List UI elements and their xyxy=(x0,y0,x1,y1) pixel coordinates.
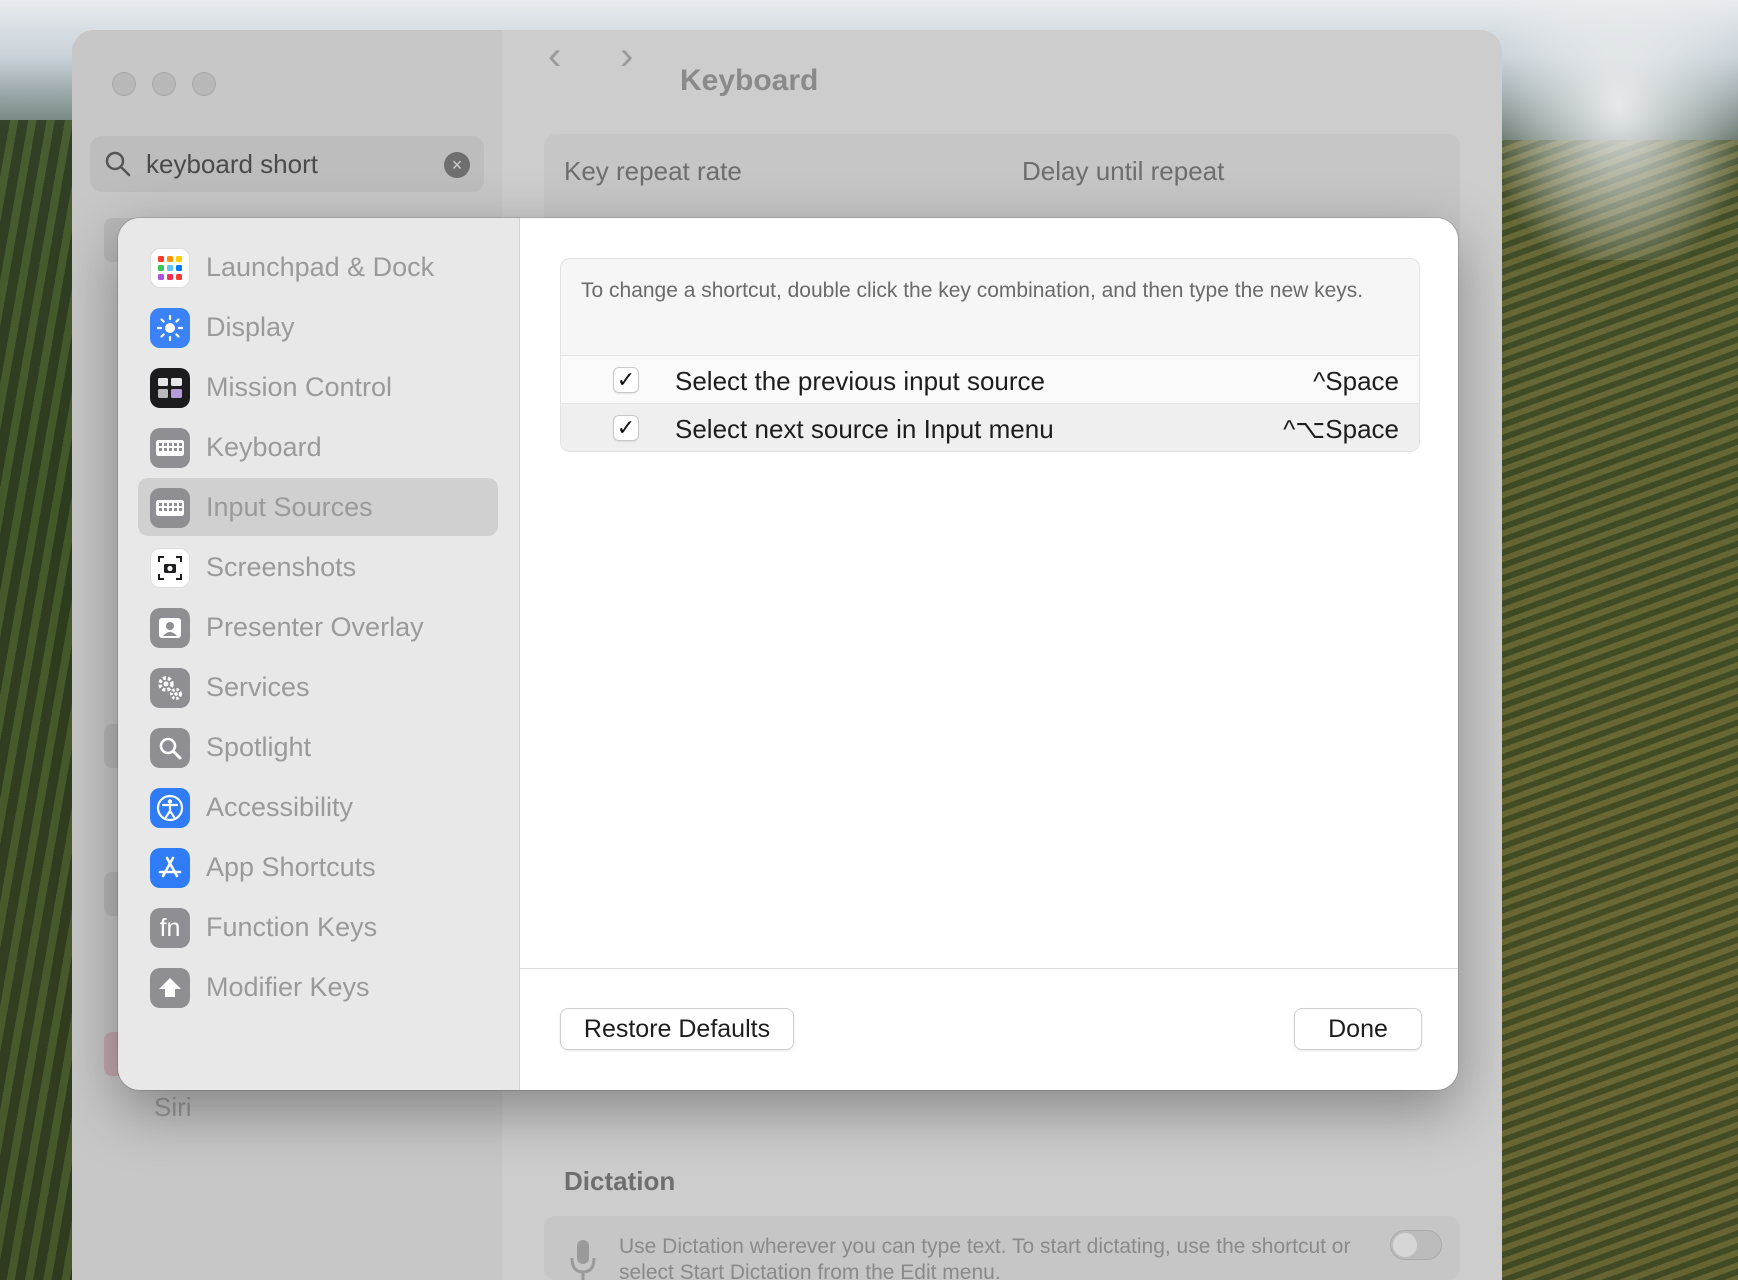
input-sources-icon xyxy=(150,488,190,528)
shortcut-key-combination[interactable]: ^⌥Space xyxy=(1283,414,1399,445)
wallpaper-fog xyxy=(1500,0,1738,260)
back-arrow-icon[interactable]: ‹ xyxy=(548,34,561,79)
done-button[interactable]: Done xyxy=(1294,1008,1422,1050)
shortcut-row[interactable]: ✓ Select next source in Input menu ^⌥Spa… xyxy=(561,403,1419,451)
fn-icon: fn xyxy=(150,908,190,948)
shortcut-checkbox[interactable]: ✓ xyxy=(613,415,639,441)
category-keyboard[interactable]: Keyboard xyxy=(138,418,498,476)
category-accessibility[interactable]: Accessibility xyxy=(138,778,498,836)
shortcuts-panel: To change a shortcut, double click the k… xyxy=(520,218,1458,1090)
dictation-toggle[interactable] xyxy=(1390,1230,1442,1260)
shortcut-label: Select the previous input source xyxy=(675,366,1045,396)
category-launchpad-dock[interactable]: Launchpad & Dock xyxy=(138,238,498,296)
shortcut-key-combination[interactable]: ^Space xyxy=(1313,366,1399,397)
category-spotlight[interactable]: Spotlight xyxy=(138,718,498,776)
category-function-keys[interactable]: fn Function Keys xyxy=(138,898,498,956)
keyboard-shortcuts-sheet: Launchpad & Dock Display Mission Control… xyxy=(118,218,1458,1090)
search-input[interactable]: keyboard short xyxy=(146,149,318,180)
zoom-window-button[interactable] xyxy=(192,72,216,96)
close-window-button[interactable] xyxy=(112,72,136,96)
category-label: Mission Control xyxy=(206,372,393,402)
category-label: Accessibility xyxy=(206,792,354,822)
category-label: Modifier Keys xyxy=(206,972,370,1002)
dictation-description: Use Dictation wherever you can type text… xyxy=(619,1235,1351,1280)
screenshot-icon xyxy=(150,548,190,588)
magnifier-icon xyxy=(150,728,190,768)
forward-arrow-icon[interactable]: › xyxy=(620,34,633,79)
keyboard-icon xyxy=(150,428,190,468)
category-services[interactable]: Services xyxy=(138,658,498,716)
shortcut-label: Select next source in Input menu xyxy=(675,414,1054,444)
category-label: Keyboard xyxy=(206,432,322,462)
up-arrow-icon xyxy=(150,968,190,1008)
category-label: Screenshots xyxy=(206,552,357,582)
category-label: Spotlight xyxy=(206,732,312,762)
category-presenter-overlay[interactable]: Presenter Overlay xyxy=(138,598,498,656)
category-label: Launchpad & Dock xyxy=(206,252,435,282)
app-store-icon xyxy=(150,848,190,888)
search-field[interactable]: keyboard short × xyxy=(90,136,484,192)
sidebar-item-siri[interactable]: Siri xyxy=(154,1092,192,1123)
category-label: Function Keys xyxy=(206,912,378,942)
shortcuts-list: To change a shortcut, double click the k… xyxy=(560,258,1420,452)
display-icon xyxy=(150,308,190,348)
accessibility-icon xyxy=(150,788,190,828)
category-label: Input Sources xyxy=(206,492,373,522)
category-label: App Shortcuts xyxy=(206,852,376,882)
search-icon xyxy=(105,151,131,177)
shortcut-checkbox[interactable]: ✓ xyxy=(613,367,639,393)
category-label: Display xyxy=(206,312,295,342)
category-modifier-keys[interactable]: Modifier Keys xyxy=(138,958,498,1016)
category-display[interactable]: Display xyxy=(138,298,498,356)
microphone-icon xyxy=(570,1240,596,1280)
shortcut-categories: Launchpad & Dock Display Mission Control… xyxy=(118,218,520,1090)
mission-control-icon xyxy=(150,368,190,408)
category-label: Services xyxy=(206,672,310,702)
shortcut-hint-text: To change a shortcut, double click the k… xyxy=(581,279,1364,302)
category-input-sources[interactable]: Input Sources xyxy=(138,478,498,536)
category-mission-control[interactable]: Mission Control xyxy=(138,358,498,416)
presenter-overlay-icon xyxy=(150,608,190,648)
clear-search-icon[interactable]: × xyxy=(444,152,470,178)
page-title: Keyboard xyxy=(680,64,819,97)
dictation-heading: Dictation xyxy=(564,1166,676,1196)
shortcut-row[interactable]: ✓ Select the previous input source ^Spac… xyxy=(561,355,1419,403)
footer-divider xyxy=(520,968,1458,969)
gears-icon xyxy=(150,668,190,708)
minimize-window-button[interactable] xyxy=(152,72,176,96)
key-repeat-label: Key repeat rate xyxy=(564,156,742,186)
restore-defaults-button[interactable]: Restore Defaults xyxy=(560,1008,794,1050)
category-app-shortcuts[interactable]: App Shortcuts xyxy=(138,838,498,896)
launchpad-icon xyxy=(150,248,190,288)
category-label: Presenter Overlay xyxy=(206,612,424,642)
category-screenshots[interactable]: Screenshots xyxy=(138,538,498,596)
delay-repeat-label: Delay until repeat xyxy=(1022,156,1225,186)
